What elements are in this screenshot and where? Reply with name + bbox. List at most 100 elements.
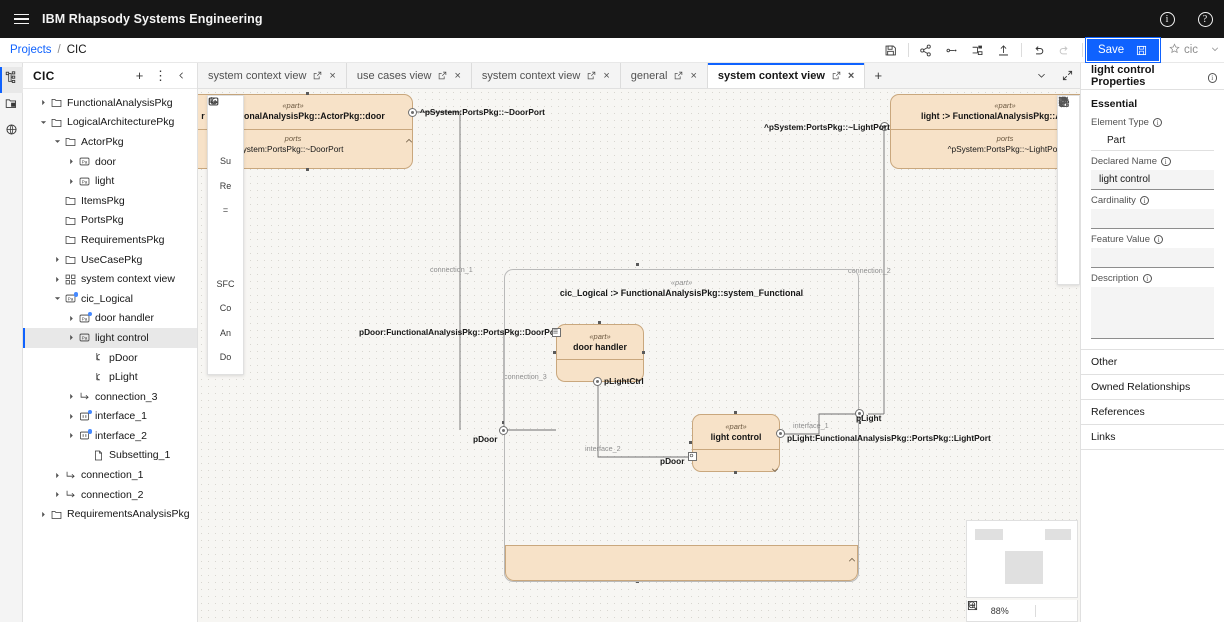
favorite-control[interactable]: cic — [1169, 43, 1220, 57]
chevron-right-icon[interactable] — [65, 178, 77, 185]
resize-handle[interactable] — [306, 92, 309, 95]
share-icon[interactable] — [913, 38, 939, 62]
chevron-right-icon[interactable] — [51, 256, 63, 263]
chevron-right-icon[interactable] — [65, 315, 77, 322]
popout-icon[interactable] — [313, 71, 322, 80]
tree-item-door-handler[interactable]: Pa door handler — [23, 309, 197, 329]
overflow-menu-icon[interactable]: ⋮ — [151, 66, 170, 86]
hamburger-menu-button[interactable] — [0, 0, 42, 38]
property-value-input[interactable] — [1091, 248, 1214, 268]
tree-item-connection-3[interactable]: connection_3 — [23, 387, 197, 407]
chevron-right-icon[interactable] — [51, 491, 63, 498]
close-icon[interactable]: × — [454, 70, 460, 82]
property-value-textarea[interactable] — [1091, 287, 1214, 339]
door-actor-port[interactable] — [408, 108, 417, 117]
editor-tab[interactable]: use cases view × — [346, 63, 472, 88]
palette-port[interactable] — [207, 97, 244, 150]
sidebar-rail-settings[interactable] — [0, 119, 23, 145]
copy-icon[interactable] — [1057, 97, 1080, 167]
redo-icon[interactable] — [1052, 38, 1078, 62]
tree-item-usecasepkg[interactable]: UseCasePkg — [23, 250, 197, 270]
tree-item-interface-1[interactable]: interface_1 — [23, 407, 197, 427]
chevron-right-icon[interactable] — [65, 158, 77, 165]
tree-item-functionalanalysispkg[interactable]: FunctionalAnalysisPkg — [23, 93, 197, 113]
tree-item-system-context-view[interactable]: system context view — [23, 269, 197, 289]
close-icon[interactable]: × — [690, 70, 696, 82]
add-tab-button[interactable]: + — [865, 63, 891, 88]
chevron-left-icon[interactable] — [172, 66, 191, 86]
tree-item-actorpkg[interactable]: ActorPkg — [23, 132, 197, 152]
popout-icon[interactable] — [438, 71, 447, 80]
info-icon[interactable]: i — [1142, 273, 1153, 284]
info-icon[interactable]: i — [1161, 156, 1171, 167]
diagram-block-light-actor[interactable]: «part» light :> FunctionalAnalysisPkg::A… — [890, 94, 1080, 169]
resize-handle[interactable] — [306, 168, 309, 171]
popout-icon[interactable] — [674, 71, 683, 80]
chevron-right-icon[interactable] — [65, 334, 77, 341]
frame-icon[interactable] — [967, 600, 1077, 621]
properties-accordion-other[interactable]: Other — [1081, 349, 1224, 374]
chevron-right-icon[interactable] — [37, 99, 49, 106]
chevron-right-icon[interactable] — [65, 393, 77, 400]
palette-equal[interactable]: = — [207, 198, 244, 223]
system-bottom-compartment[interactable] — [505, 545, 858, 581]
diagram-block-light-control[interactable]: «part» light control — [692, 414, 780, 473]
properties-accordion-owned-relationships[interactable]: Owned Relationships — [1081, 374, 1224, 399]
tree-item-door[interactable]: Pa door — [23, 152, 197, 172]
palette-annotation[interactable]: An — [207, 321, 244, 346]
sidebar-rail-diagrams[interactable] — [0, 93, 23, 119]
tree-item-requirementspkg[interactable]: RequirementsPkg — [23, 230, 197, 250]
center-icon[interactable] — [967, 600, 1056, 621]
system-pdoor-port[interactable] — [499, 426, 508, 435]
tree-item-connection-1[interactable]: connection_1 — [23, 465, 197, 485]
properties-accordion-references[interactable]: References — [1081, 399, 1224, 424]
diagram-minimap[interactable] — [966, 520, 1078, 598]
palette-redefinition[interactable]: Re — [207, 174, 244, 199]
palette-connection[interactable] — [207, 97, 244, 248]
tree-item-portspkg[interactable]: PortsPkg — [23, 211, 197, 231]
info-icon[interactable]: i — [1153, 234, 1164, 245]
diagram-block-system[interactable]: «part» cic_Logical :> FunctionalAnalysis… — [504, 269, 859, 582]
chevron-right-icon[interactable] — [65, 413, 77, 420]
palette-interface[interactable] — [207, 97, 244, 272]
undo-icon[interactable] — [1026, 38, 1052, 62]
diagram-block-door-handler[interactable]: «part» door handler — [556, 324, 644, 383]
door-handler-pdoor-port[interactable] — [552, 328, 561, 337]
tree-item-light-control[interactable]: Pa light control — [23, 328, 197, 348]
popout-icon[interactable] — [587, 71, 596, 80]
breadcrumb-projects-link[interactable]: Projects — [10, 44, 52, 56]
editor-tab[interactable]: system context view × — [198, 63, 347, 88]
link-icon[interactable] — [939, 38, 965, 62]
palette-subsetting[interactable]: Su — [207, 149, 244, 174]
chevron-down-icon[interactable] — [51, 138, 63, 145]
magic-wand-icon[interactable] — [1057, 97, 1080, 285]
tree-item-itemspkg[interactable]: ItemsPkg — [23, 191, 197, 211]
chevron-right-icon[interactable] — [65, 432, 77, 439]
tree-item-plight[interactable]: pLight — [23, 367, 197, 387]
chevron-right-icon[interactable] — [51, 472, 63, 479]
info-icon[interactable]: i — [1207, 67, 1217, 85]
zoom-fit-icon[interactable] — [968, 601, 1033, 621]
editor-tab[interactable]: general × — [620, 63, 708, 88]
select-area-icon[interactable] — [1057, 96, 1080, 144]
resize-handle[interactable] — [598, 321, 601, 324]
info-icon[interactable]: i — [1152, 117, 1163, 128]
save-diagram-icon[interactable] — [878, 38, 904, 62]
cut-scissors-icon[interactable] — [1057, 97, 1080, 191]
palette-documentation[interactable]: Do — [207, 345, 244, 370]
tree-item-subsetting-1[interactable]: Subsetting_1 — [23, 446, 197, 466]
chevron-right-icon[interactable] — [51, 276, 63, 283]
chevron-right-icon[interactable] — [37, 511, 49, 518]
chevron-down-icon[interactable] — [1210, 44, 1220, 57]
resize-handle[interactable] — [734, 411, 737, 414]
tree-item-requirementsanalysispkg[interactable]: RequirementsAnalysisPkg — [23, 504, 197, 524]
property-value-input[interactable] — [1091, 209, 1214, 229]
tree-item-connection-2[interactable]: connection_2 — [23, 485, 197, 505]
export-icon[interactable] — [991, 38, 1017, 62]
editor-tab[interactable]: system context view × — [471, 63, 621, 88]
popout-icon[interactable] — [832, 71, 841, 80]
info-button[interactable]: i — [1148, 0, 1186, 38]
resize-handle[interactable] — [689, 441, 692, 444]
tree-item-logicalarchitecturepkg[interactable]: LogicalArchitecturePkg — [23, 113, 197, 133]
tree-item-light[interactable]: Pa light — [23, 171, 197, 191]
